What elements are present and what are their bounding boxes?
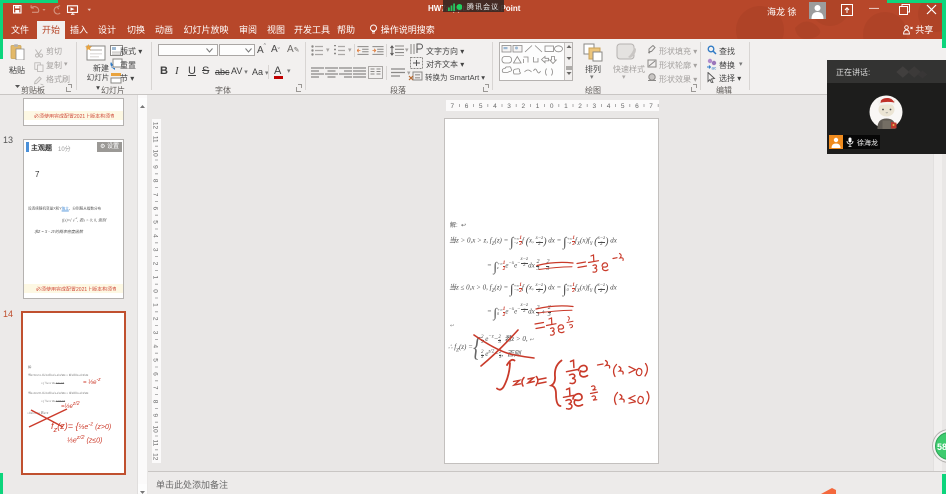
svg-text:9: 9: [152, 413, 159, 417]
svg-text:2: 2: [521, 103, 525, 110]
svg-text:5: 5: [479, 103, 483, 110]
svg-text:1: 1: [152, 275, 159, 279]
svg-text:4: 4: [607, 103, 611, 110]
svg-text:0: 0: [550, 103, 554, 110]
svg-text:10: 10: [152, 149, 159, 157]
svg-text:10: 10: [152, 425, 159, 433]
svg-text:1: 1: [564, 103, 568, 110]
svg-text:5: 5: [621, 103, 625, 110]
svg-text:ac: ac: [712, 66, 718, 71]
svg-text:3: 3: [507, 103, 511, 110]
svg-text:6: 6: [152, 206, 159, 210]
svg-text:0: 0: [152, 289, 159, 293]
svg-text:8: 8: [152, 179, 159, 183]
svg-text:4: 4: [493, 103, 497, 110]
svg-text:6: 6: [152, 372, 159, 376]
svg-text:6: 6: [465, 103, 469, 110]
svg-text:3: 3: [152, 248, 159, 252]
svg-text:12: 12: [152, 453, 159, 461]
svg-text:11: 11: [152, 440, 159, 447]
svg-text:2: 2: [152, 262, 159, 266]
svg-text:4: 4: [152, 344, 159, 348]
svg-text:7: 7: [649, 103, 653, 110]
svg-text:12: 12: [152, 122, 159, 130]
svg-text:3: 3: [592, 103, 596, 110]
svg-text:6: 6: [635, 103, 639, 110]
svg-text:7: 7: [152, 386, 159, 390]
svg-text:4: 4: [152, 234, 159, 238]
svg-text:8: 8: [152, 400, 159, 404]
svg-text:3: 3: [152, 331, 159, 335]
svg-text:5: 5: [152, 358, 159, 362]
svg-text:7: 7: [450, 103, 454, 110]
svg-text:11: 11: [152, 136, 159, 143]
svg-text:1: 1: [152, 303, 159, 307]
svg-text:2: 2: [578, 103, 582, 110]
svg-text:2: 2: [152, 317, 159, 321]
svg-text:1: 1: [536, 103, 540, 110]
svg-text:5: 5: [152, 220, 159, 224]
svg-text:7: 7: [152, 193, 159, 197]
svg-text:9: 9: [152, 165, 159, 169]
